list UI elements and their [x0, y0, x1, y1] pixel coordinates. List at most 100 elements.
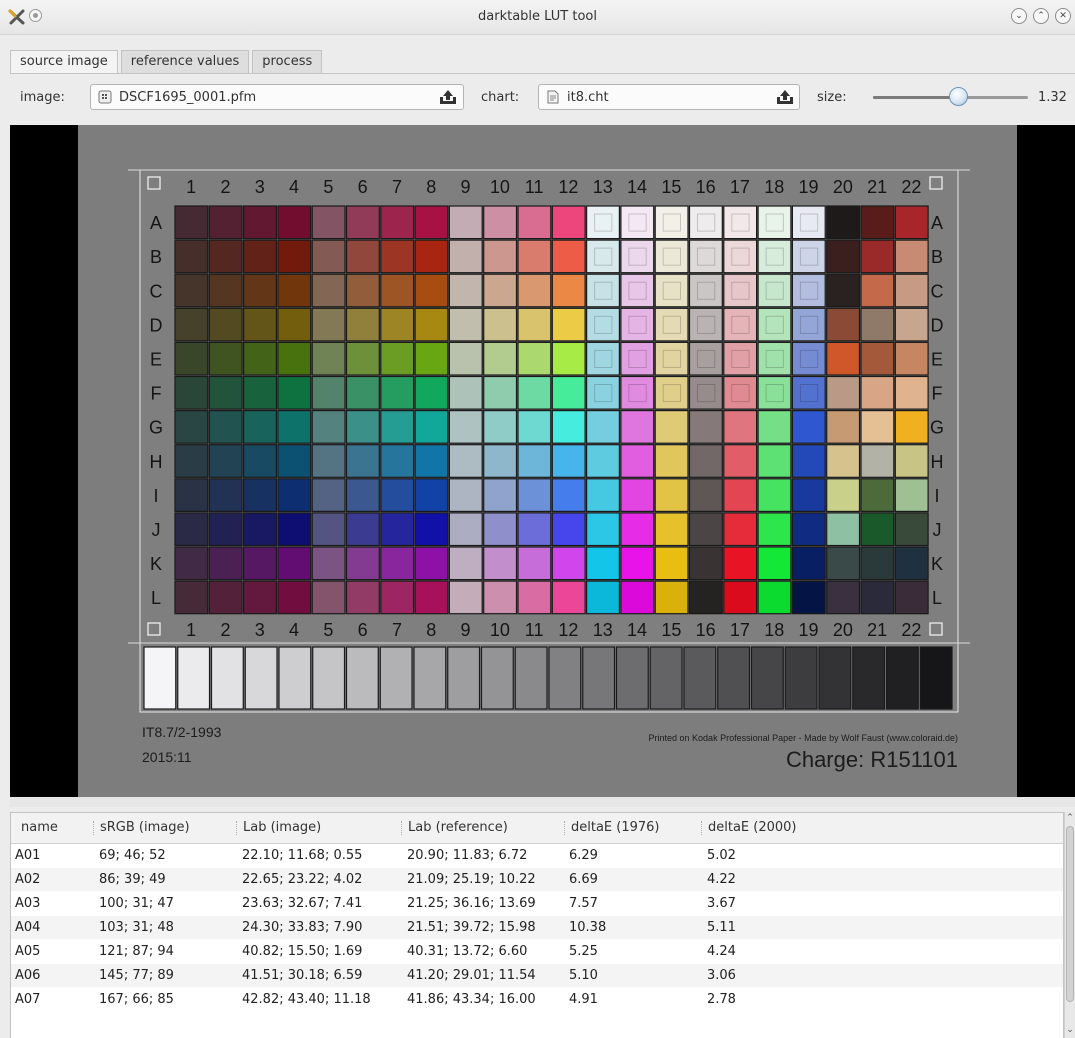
color-patch: [654, 375, 689, 410]
table-row[interactable]: A04 103; 31; 48 24.30; 33.83; 7.90 21.51; 3…: [11, 916, 1063, 939]
chart-file-chooser[interactable]: it8.cht: [538, 84, 800, 110]
color-patch: [174, 410, 209, 444]
color-patch: [894, 273, 929, 308]
column-header-lab-image[interactable]: Lab (image): [236, 821, 321, 835]
color-patch: [654, 239, 689, 274]
column-header-deltae-2000[interactable]: deltaE (2000): [701, 821, 797, 835]
row-label-left: G: [149, 418, 163, 438]
row-label-right: A: [931, 213, 943, 233]
close-button[interactable]: ✕: [1055, 8, 1071, 24]
scrollbar-thumb[interactable]: [1066, 826, 1074, 1002]
color-patch: [620, 273, 655, 308]
tab-panel-border: [10, 73, 1075, 74]
size-slider-handle[interactable]: [949, 87, 969, 106]
color-patch: [414, 205, 449, 240]
column-header-lab-reference[interactable]: Lab (reference): [401, 821, 508, 835]
scroll-down-icon[interactable]: ⌄: [1065, 1024, 1075, 1036]
minimize-button[interactable]: ⌄: [1011, 8, 1027, 24]
open-image-icon[interactable]: [438, 88, 458, 106]
column-label-top: 8: [426, 177, 436, 197]
color-patch: [860, 512, 895, 547]
cell-lab-image: 40.82; 15.50; 1.69: [242, 944, 363, 959]
color-patch: [791, 307, 826, 342]
column-label-bottom: 7: [392, 620, 402, 640]
color-patch: [791, 478, 826, 512]
color-patch: [791, 273, 826, 308]
column-label-top: 3: [255, 177, 265, 197]
color-patch: [860, 546, 895, 581]
color-patch: [688, 273, 723, 308]
tab-bar: source image reference values process: [10, 50, 325, 74]
column-header-deltae-1976[interactable]: deltaE (1976): [564, 821, 660, 835]
row-label-left: K: [150, 554, 162, 574]
tab-process[interactable]: process: [252, 50, 323, 73]
color-patch: [311, 478, 346, 512]
column-header-srgb-image[interactable]: sRGB (image): [93, 821, 190, 835]
color-patch: [174, 239, 209, 274]
gray-step-patch: [480, 646, 514, 710]
patch-table[interactable]: name sRGB (image) Lab (image) Lab (refer…: [10, 812, 1064, 1038]
color-patch: [311, 341, 346, 376]
tab-source-image[interactable]: source image: [10, 50, 118, 74]
color-patch: [860, 341, 895, 376]
color-patch: [380, 512, 415, 547]
color-patch: [277, 341, 312, 376]
color-patch: [791, 239, 826, 274]
scroll-up-icon[interactable]: ⌃: [1065, 812, 1075, 824]
cell-deltae-2000: 4.24: [707, 944, 736, 959]
color-patch: [723, 410, 758, 444]
gray-step-patch: [548, 646, 582, 710]
gray-step-patch: [885, 646, 919, 710]
color-patch: [791, 205, 826, 240]
color-patch: [723, 444, 758, 478]
panel-splitter[interactable]: [10, 797, 1075, 807]
gray-step-patch: [683, 646, 717, 710]
tab-reference-values[interactable]: reference values: [120, 50, 250, 73]
cell-name: A05: [15, 944, 41, 959]
column-label-bottom: 20: [833, 620, 853, 640]
table-row[interactable]: A03 100; 31; 47 23.63; 32.67; 7.41 21.25; 3…: [11, 892, 1063, 915]
color-patch: [894, 341, 929, 376]
chart-footer-date: 2015:11: [142, 749, 192, 765]
column-label-bottom: 19: [799, 620, 819, 640]
color-patch: [551, 410, 586, 444]
color-patch: [757, 273, 792, 308]
color-patch: [826, 410, 861, 444]
column-header-name[interactable]: name: [15, 821, 58, 835]
color-patch: [277, 410, 312, 444]
color-patch: [243, 512, 278, 547]
source-image-view[interactable]: 1 1 2 2 3 3 4 4 5 5 6 6 7 7 8 8 9 9 10 10 11 11 12 12 13 13 14 14 15…: [10, 125, 1075, 797]
gray-step-patch: [852, 646, 886, 710]
color-patch: [243, 307, 278, 342]
table-row[interactable]: A02 86; 39; 49 22.65; 23.22; 4.02 21.09; 25…: [11, 868, 1063, 891]
color-patch: [723, 307, 758, 342]
color-patch: [345, 375, 380, 410]
column-label-top: 2: [220, 177, 230, 197]
color-patch: [654, 512, 689, 547]
image-file-chooser[interactable]: DSCF1695_0001.pfm: [90, 84, 464, 110]
table-row[interactable]: A05 121; 87; 94 40.82; 15.50; 1.69 40.31; 1…: [11, 940, 1063, 963]
table-scrollbar[interactable]: ⌃ ⌄: [1064, 812, 1075, 1038]
maximize-button[interactable]: ⌃: [1033, 8, 1049, 24]
open-chart-icon[interactable]: [775, 88, 795, 106]
color-patch: [757, 410, 792, 444]
color-patch: [208, 375, 243, 410]
cell-lab-reference: 21.51; 39.72; 15.98: [407, 920, 536, 935]
color-patch: [277, 307, 312, 342]
table-row[interactable]: A06 145; 77; 89 41.51; 30.18; 6.59 41.20; 2…: [11, 964, 1063, 987]
color-patch: [894, 444, 929, 478]
table-row[interactable]: A01 69; 46; 52 22.10; 11.68; 0.55 20.90; 11…: [11, 844, 1063, 867]
size-value: 1.32: [1038, 90, 1067, 105]
color-patch: [894, 375, 929, 410]
color-patch: [243, 444, 278, 478]
cell-lab-reference: 20.90; 11.83; 6.72: [407, 848, 528, 863]
table-row[interactable]: A07 167; 66; 85 42.82; 43.40; 11.18 41.86; …: [11, 988, 1063, 1011]
color-patch: [791, 341, 826, 376]
gray-step-patch: [582, 646, 616, 710]
color-patch: [208, 307, 243, 342]
color-patch: [620, 341, 655, 376]
color-patch: [894, 580, 929, 615]
color-patch: [585, 512, 620, 547]
color-patch: [277, 239, 312, 274]
color-patch: [448, 580, 483, 615]
